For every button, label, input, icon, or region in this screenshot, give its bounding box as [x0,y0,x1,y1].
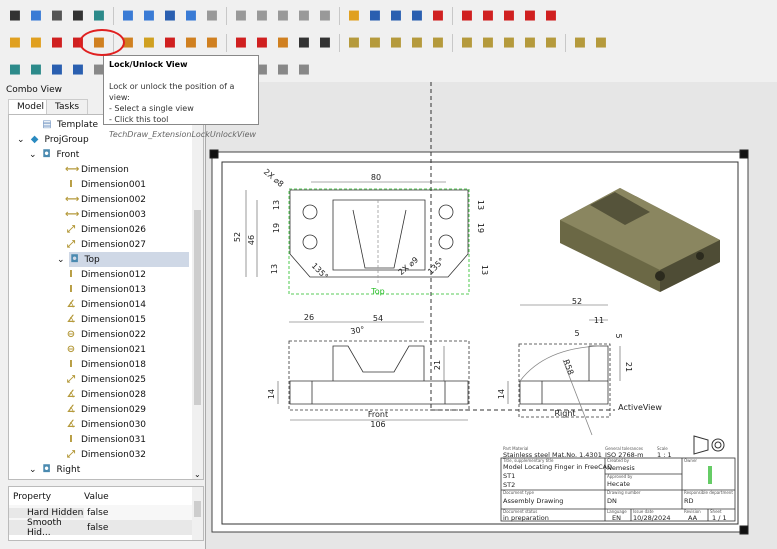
tb-tolerance[interactable]: ISO 2768-m [605,451,643,459]
dim-52[interactable]: 52 [233,232,242,242]
dim-13[interactable]: 13 [270,264,279,274]
tooltip-line: - Click this tool [109,115,169,124]
tb-material[interactable]: Stainless steel Mat.No. 1.4301 [503,451,602,459]
tb-drawnum[interactable]: DN [607,497,617,505]
tb-status[interactable]: in preparation [503,514,549,522]
dim-11[interactable]: 11 [594,316,604,325]
dim-19[interactable]: 19 [476,223,485,233]
tooltip-line: Lock or unlock the position of a view: [109,82,235,102]
dim-14[interactable]: 14 [267,389,276,399]
tb-label: Approved by [607,474,633,479]
view-label-right[interactable]: Right [554,409,575,418]
dim-80[interactable]: 80 [371,173,381,182]
tooltip: Lock/Unlock View Lock or unlock the posi… [103,55,259,139]
view-label-front[interactable]: Front [368,410,388,419]
dim-13[interactable]: 13 [476,200,485,210]
page-corner-mark [739,525,749,535]
page-corner-mark [739,149,749,159]
dim-26[interactable]: 26 [304,313,314,322]
view-label-top[interactable]: Top [370,287,385,296]
tb-label: Owner [684,458,697,463]
highlight-circle [79,29,125,56]
tb-title[interactable]: Model Locating Finger in FreeCAD [503,463,612,471]
tb-sheet[interactable]: 1 / 1 [712,514,727,522]
dim-52[interactable]: 52 [572,297,582,306]
tb-created[interactable]: Nemesis [607,464,635,472]
tb-approved[interactable]: Hecate [607,480,630,488]
dim-5[interactable]: 5 [614,333,623,338]
tb-st2[interactable]: ST2 [503,481,515,489]
dim-14[interactable]: 14 [497,389,506,399]
dim-13[interactable]: 13 [272,200,281,210]
dim-46[interactable]: 46 [247,235,256,245]
tb-label: Responsible department [684,490,733,495]
tb-label: Document type [503,490,534,495]
tb-scale[interactable]: 1 : 1 [657,451,672,459]
dim-54[interactable]: 54 [373,314,383,323]
tooltip-command: TechDraw_ExtensionLockUnlockView [109,130,257,139]
tb-st1[interactable]: ST1 [503,472,515,480]
tb-label: Drawing number [607,490,641,495]
tooltip-title: Lock/Unlock View [109,60,188,69]
tb-doctype[interactable]: Assembly Drawing [503,497,563,505]
tb-dept[interactable]: RD [684,497,694,505]
dim-21[interactable]: 21 [433,360,442,370]
page-corner-mark [209,149,219,159]
tb-revision[interactable]: AA [688,514,698,522]
dim-106[interactable]: 106 [370,420,385,429]
view-label-active[interactable]: ActiveView [618,403,662,412]
tb-date[interactable]: 10/28/2024 [633,514,670,522]
dim-5[interactable]: 5 [574,329,579,338]
tb-language[interactable]: EN [612,514,621,522]
dim-19[interactable]: 19 [272,223,281,233]
dim-13[interactable]: 13 [480,265,489,275]
tooltip-line: - Select a single view [109,104,194,113]
dim-21[interactable]: 21 [624,362,633,372]
